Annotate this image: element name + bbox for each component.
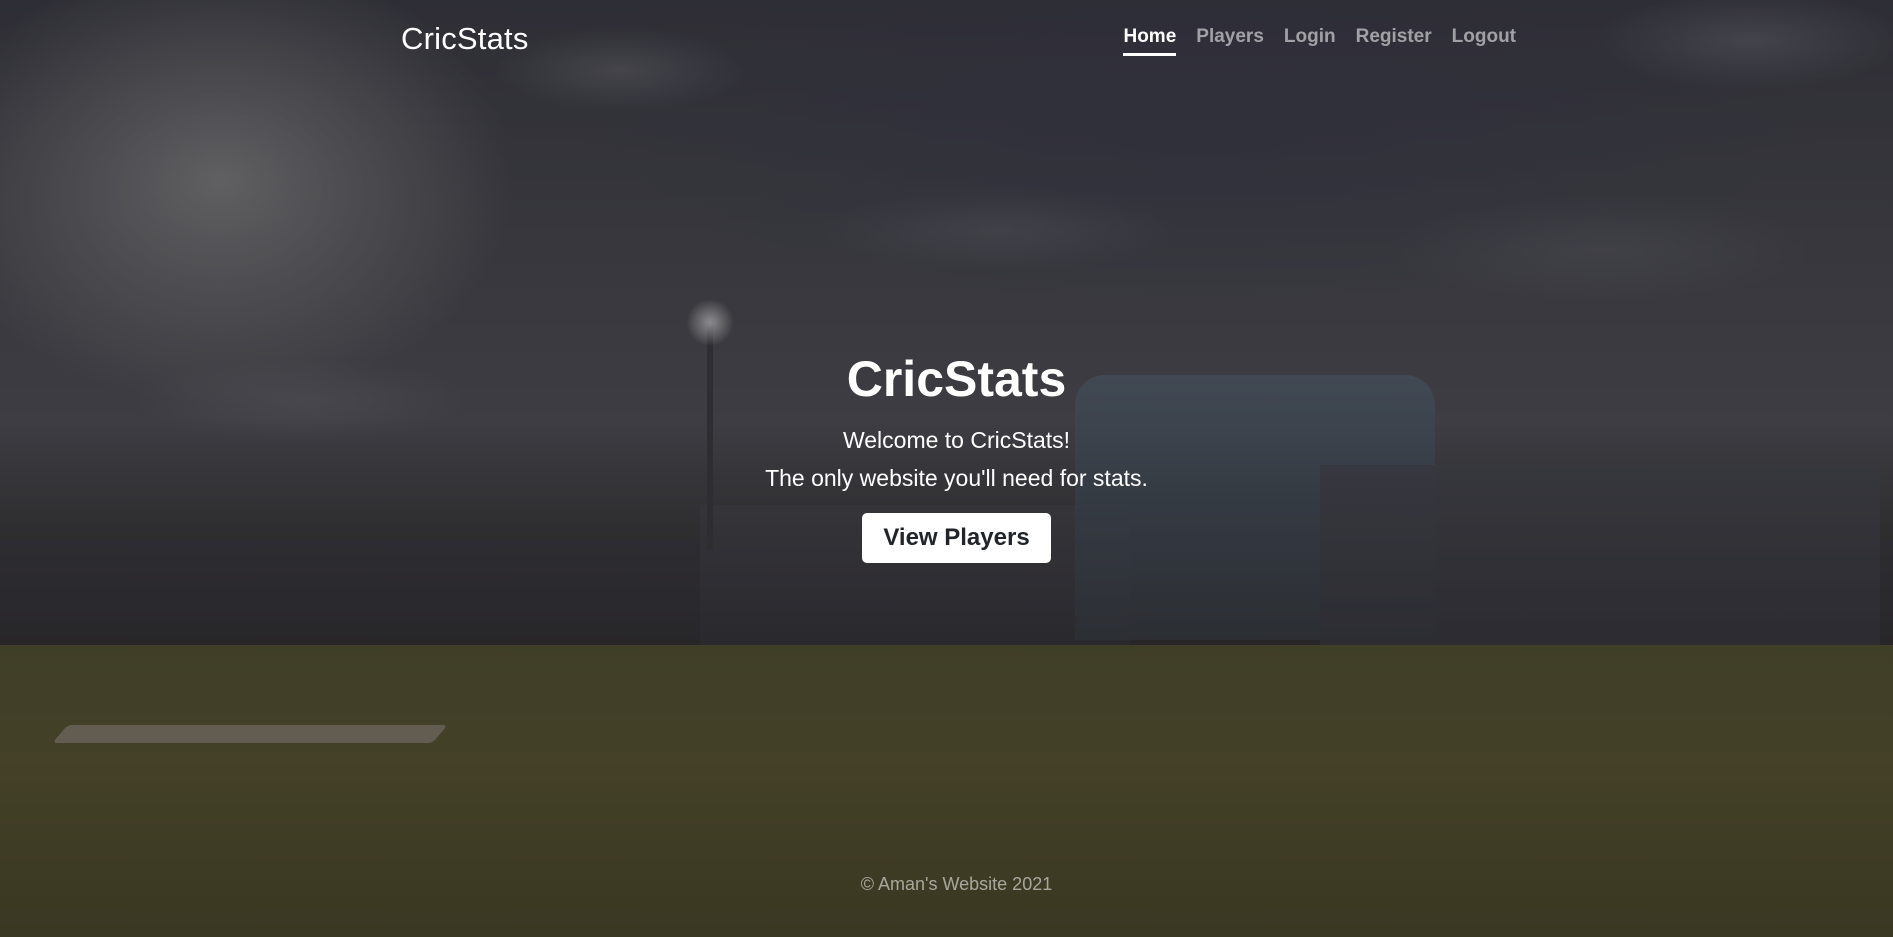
hero-title: CricStats <box>846 351 1067 407</box>
footer: © Aman's Website 2021 <box>0 874 1893 895</box>
footer-copyright: © Aman's Website 2021 <box>860 874 1053 894</box>
navbar: CricStats Home Players Login Register Lo… <box>400 18 1516 64</box>
nav-link-register[interactable]: Register <box>1356 26 1432 56</box>
nav-link-logout[interactable]: Logout <box>1452 26 1516 56</box>
nav-link-home[interactable]: Home <box>1123 26 1177 56</box>
nav-link-login[interactable]: Login <box>1284 26 1336 56</box>
view-players-button[interactable]: View Players <box>862 513 1051 563</box>
hero-tagline: The only website you'll need for stats. <box>765 465 1148 491</box>
hero-section: CricStats Welcome to CricStats! The only… <box>0 352 1893 563</box>
nav-links: Home Players Login Register Logout <box>1123 26 1516 56</box>
page: CricStats Home Players Login Register Lo… <box>0 0 1893 937</box>
brand-logo[interactable]: CricStats <box>401 21 529 57</box>
nav-link-players[interactable]: Players <box>1196 26 1264 56</box>
hero-welcome-text: Welcome to CricStats! <box>842 427 1071 453</box>
